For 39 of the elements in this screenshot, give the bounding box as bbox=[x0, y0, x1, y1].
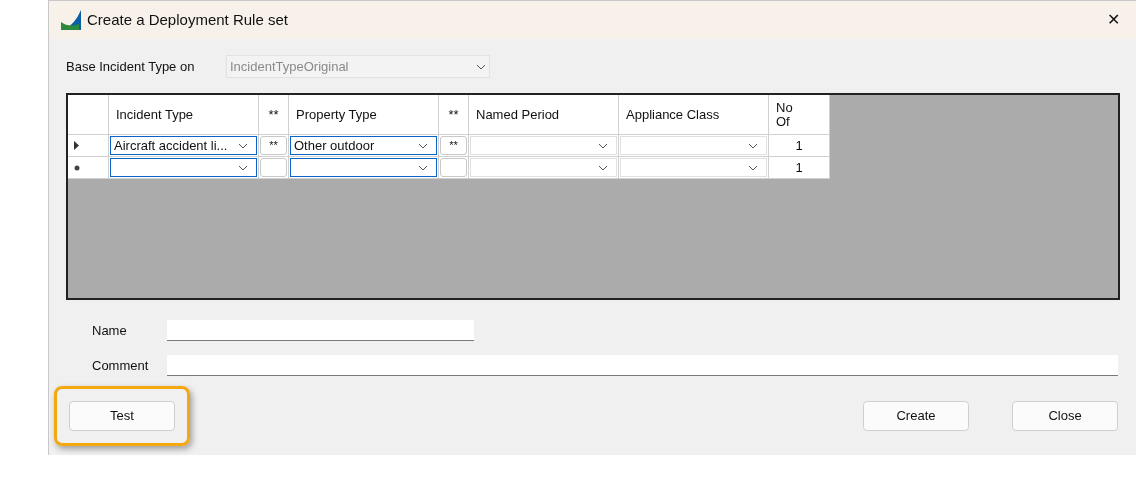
action-button[interactable]: Test bbox=[69, 401, 175, 431]
column-header: Appliance Class bbox=[626, 105, 720, 124]
column-header: No Of bbox=[776, 100, 794, 129]
comment-field[interactable] bbox=[167, 355, 1118, 376]
window-title: Create a Deployment Rule set bbox=[87, 9, 288, 30]
cell-button[interactable]: ** bbox=[260, 136, 287, 155]
chevron-down-icon bbox=[418, 164, 428, 171]
cell-button[interactable] bbox=[440, 158, 467, 177]
chevron-down-icon bbox=[598, 164, 608, 171]
action-button[interactable]: Close bbox=[1012, 401, 1118, 431]
combo-box[interactable] bbox=[290, 158, 437, 177]
chevron-down-icon bbox=[238, 164, 248, 171]
cell-button[interactable]: ** bbox=[440, 136, 467, 155]
combo-box[interactable]: Aircraft accident li... bbox=[110, 136, 257, 155]
table-cell-text: 1 bbox=[795, 158, 803, 177]
column-header: ** bbox=[448, 105, 459, 124]
new-row-icon bbox=[74, 164, 80, 171]
action-button[interactable]: Create bbox=[863, 401, 969, 431]
chevron-down-icon bbox=[418, 142, 428, 149]
field-label: Name bbox=[92, 321, 128, 340]
chevron-down-icon bbox=[238, 142, 248, 149]
chevron-down-icon bbox=[476, 63, 486, 70]
column-header: Named Period bbox=[476, 105, 560, 124]
name-field[interactable] bbox=[167, 320, 474, 341]
combo-box[interactable]: Other outdoor bbox=[290, 136, 437, 155]
table-cell-text: 1 bbox=[795, 136, 803, 155]
combo-box[interactable] bbox=[110, 158, 257, 177]
chevron-down-icon bbox=[598, 142, 608, 149]
column-header: ** bbox=[268, 105, 279, 124]
field-label: Comment bbox=[92, 356, 150, 375]
app-logo-icon bbox=[61, 10, 81, 30]
field-label: Base Incident Type on bbox=[66, 57, 196, 76]
chevron-down-icon bbox=[748, 164, 758, 171]
chevron-down-icon bbox=[748, 142, 758, 149]
current-row-icon bbox=[74, 141, 79, 150]
close-button[interactable]: ✕ bbox=[1103, 8, 1124, 32]
column-header: Property Type bbox=[296, 105, 377, 124]
column-header: Incident Type bbox=[116, 105, 194, 124]
cell-button[interactable] bbox=[260, 158, 287, 177]
